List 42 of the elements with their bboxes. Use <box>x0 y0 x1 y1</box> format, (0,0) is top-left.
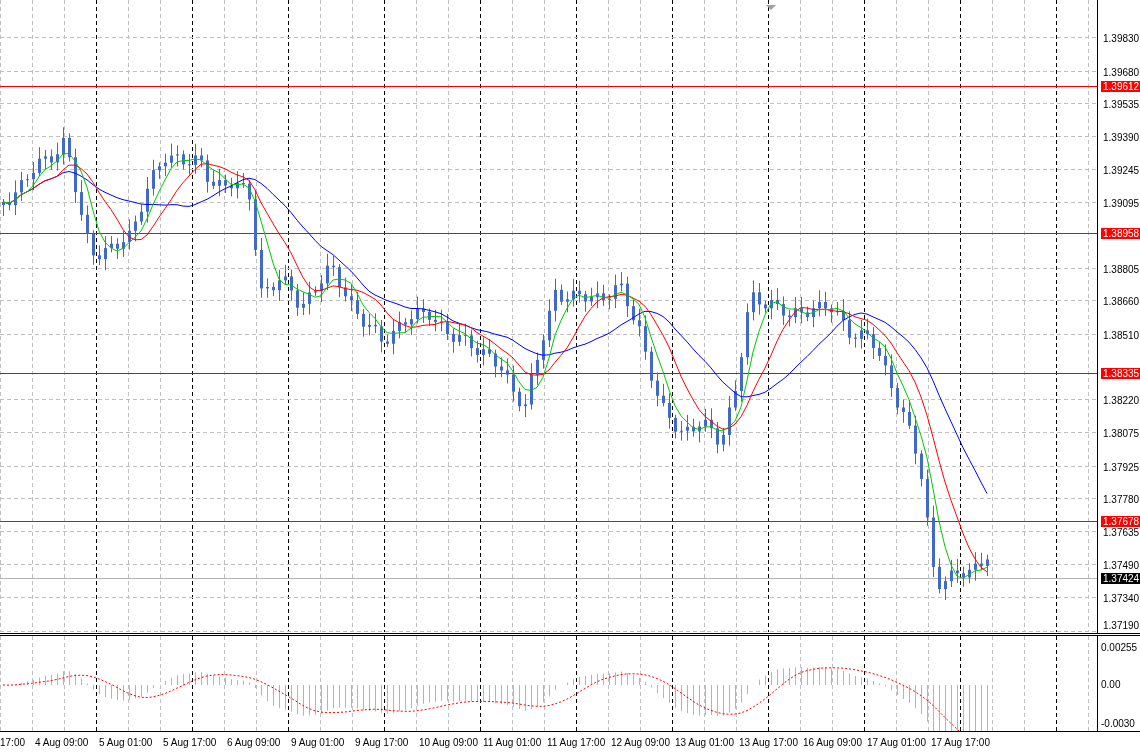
price-axis-label: 1.38075 <box>1103 427 1140 439</box>
price-axis-label: 1.39390 <box>1103 132 1140 143</box>
time-axis-label: 11 Aug 01:00 <box>483 737 542 748</box>
time-axis-label: 9 Aug 01:00 <box>291 737 345 748</box>
indicator-axis-label: 0.00255 <box>1101 642 1138 653</box>
time-axis-label: 10 Aug 09:00 <box>419 737 478 748</box>
time-axis-label: 17 Aug 17:00 <box>931 737 990 748</box>
time-axis-label: 9 Aug 17:00 <box>355 737 409 748</box>
time-axis-label: 11 Aug 17:00 <box>547 737 606 748</box>
price-axis-label: 1.39095 <box>1103 198 1140 210</box>
price-axis-label: 1.39245 <box>1103 164 1140 176</box>
time-axis-label: 5 Aug 17:00 <box>163 737 217 748</box>
price-level-label: 1.39612 <box>1101 80 1140 92</box>
time-axis-label: 5 Aug 01:00 <box>99 737 153 748</box>
price-axis-label: 1.37780 <box>1103 494 1140 506</box>
price-axis-label: 1.38220 <box>1103 395 1140 407</box>
time-axis-label: 13 Aug 17:00 <box>739 737 798 748</box>
price-axis-label: 1.37190 <box>1103 620 1140 631</box>
time-axis-label: 17 Aug 01:00 <box>867 737 926 748</box>
chart-shift-marker-icon <box>766 5 776 10</box>
price-axis-label: 1.37340 <box>1103 593 1140 605</box>
price-axis-label: 1.38510 <box>1103 330 1140 341</box>
time-axis-label: 16 Aug 09:00 <box>803 737 862 748</box>
indicator-axis-label: 0.00 <box>1101 679 1121 690</box>
price-axis-label: 1.38805 <box>1103 263 1140 275</box>
price-axis-label: 1.39535 <box>1103 99 1140 111</box>
price-level-label: 1.38958 <box>1101 227 1140 239</box>
time-axis-label: 13 Aug 01:00 <box>675 737 734 748</box>
price-axis-label: 1.39680 <box>1103 66 1140 78</box>
time-axis-label: 12 Aug 09:00 <box>611 737 670 748</box>
price-level-label: 1.37424 <box>1101 572 1140 584</box>
time-axis-label: 6 Aug 09:00 <box>227 737 281 748</box>
time-axis-label: 4 Aug 09:00 <box>35 737 89 748</box>
price-axis-label: 1.37635 <box>1103 526 1140 538</box>
price-axis-label: 1.39830 <box>1103 33 1140 44</box>
price-axis-label: 1.37490 <box>1103 559 1140 571</box>
price-level-label: 1.38335 <box>1101 367 1140 379</box>
price-level-label: 1.37678 <box>1101 515 1140 527</box>
time-axis-label: 17:00 <box>0 737 26 748</box>
price-axis-label: 1.37925 <box>1103 461 1140 473</box>
indicator-axis-label: -0.0030 <box>1101 718 1135 729</box>
price-axis-label: 1.38660 <box>1103 296 1140 308</box>
